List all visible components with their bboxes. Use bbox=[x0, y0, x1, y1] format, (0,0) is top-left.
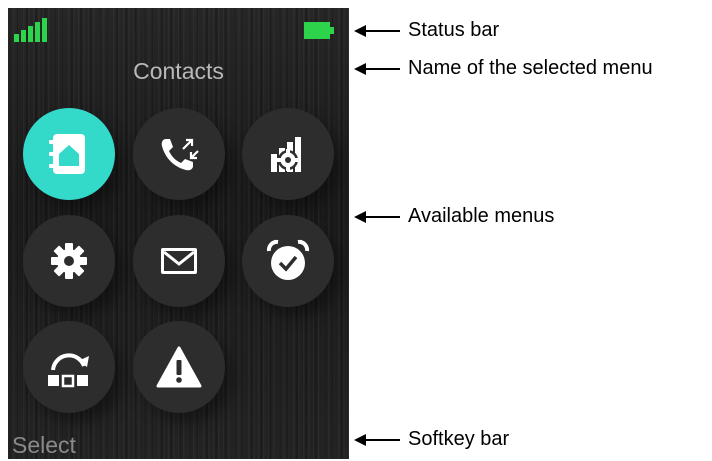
battery-icon bbox=[304, 22, 334, 39]
signal-strength-icon bbox=[14, 18, 48, 42]
annotation-available-menus: Available menus bbox=[354, 205, 712, 229]
selected-menu-title: Contacts bbox=[133, 58, 224, 84]
phone-screen: Contacts Select bbox=[8, 8, 349, 459]
settings-gear-icon bbox=[51, 243, 87, 279]
menu-call-list[interactable] bbox=[133, 108, 225, 200]
menu-alarm[interactable] bbox=[242, 215, 334, 307]
alert-warning-icon bbox=[156, 346, 202, 388]
arrow-left-icon bbox=[354, 25, 400, 37]
menu-alert[interactable] bbox=[133, 321, 225, 413]
connection-switch-icon bbox=[48, 353, 89, 388]
annotation-label: Available menus bbox=[408, 205, 555, 227]
menu-connection-switch[interactable] bbox=[23, 321, 115, 413]
annotation-label: Name of the selected menu bbox=[408, 57, 653, 79]
arrow-left-icon bbox=[354, 434, 400, 446]
menu-connectivity-settings[interactable] bbox=[242, 108, 334, 200]
connectivity-settings-icon bbox=[271, 137, 301, 172]
annotation-status-bar: Status bar bbox=[354, 19, 712, 43]
annotation-softkey-bar: Softkey bar bbox=[354, 428, 712, 452]
arrow-left-icon bbox=[354, 63, 400, 75]
softkey-select[interactable]: Select bbox=[12, 432, 76, 459]
messaging-envelope-icon bbox=[161, 248, 197, 274]
contacts-icon bbox=[49, 134, 85, 174]
arrow-left-icon bbox=[354, 211, 400, 223]
call-list-icon bbox=[161, 138, 199, 171]
alarm-clock-icon bbox=[266, 239, 310, 280]
annotation-selected-menu-name: Name of the selected menu bbox=[354, 57, 712, 81]
menu-settings[interactable] bbox=[23, 215, 115, 307]
annotation-label: Softkey bar bbox=[408, 428, 510, 450]
menu-contacts[interactable] bbox=[23, 108, 115, 200]
annotation-label: Status bar bbox=[408, 19, 500, 41]
menu-messaging[interactable] bbox=[133, 215, 225, 307]
